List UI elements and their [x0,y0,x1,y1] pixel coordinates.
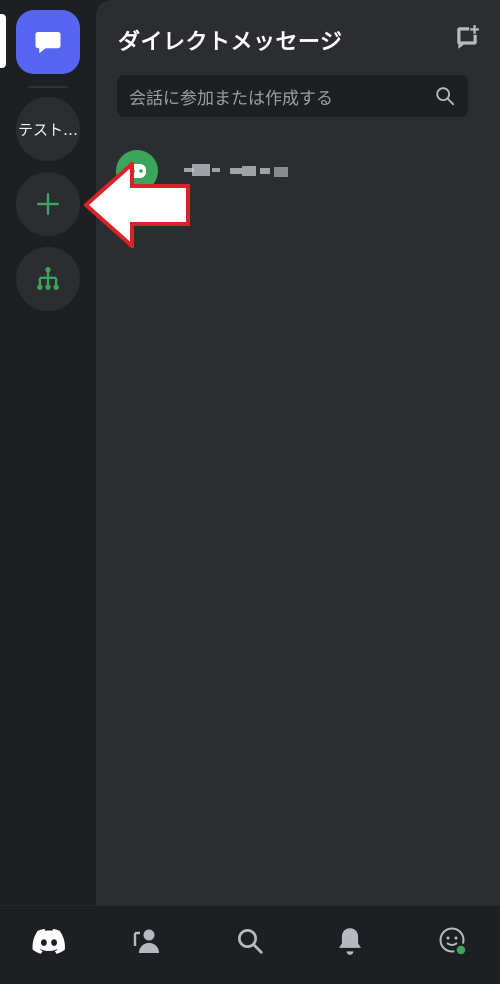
discord-logo-icon [32,929,65,954]
profile-icon [439,927,468,957]
nav-friends[interactable] [131,924,165,958]
server-label: テスト… [17,120,78,139]
hub-tree-icon [37,266,59,290]
dm-username-redacted [184,164,304,178]
selected-indicator [0,14,6,68]
search-icon [436,87,455,106]
server-test[interactable]: テスト… [16,97,80,161]
direct-messages-button[interactable] [16,10,80,74]
search-placeholder: 会話に参加または作成する [129,88,333,109]
nav-search[interactable] [233,924,267,958]
new-message-button[interactable] [454,24,480,50]
plus-icon [37,193,59,215]
nav-notifications[interactable] [333,924,367,958]
search-icon [238,929,263,954]
page-title: ダイレクトメッセージ [118,30,343,55]
search-input[interactable]: 会話に参加または作成する [117,75,468,117]
add-server-button[interactable] [16,172,80,236]
chat-bubble-icon [35,32,61,54]
rail-divider [28,86,68,88]
server-rail: テスト… [0,0,96,905]
explore-servers-button[interactable] [16,247,80,311]
annotation-arrow-icon [84,162,190,248]
nav-home[interactable] [32,924,66,958]
new-message-icon [457,25,479,49]
bottom-nav [0,905,500,984]
bell-icon [339,928,361,955]
nav-profile[interactable] [436,924,470,958]
friends-icon [133,929,159,953]
dm-panel: ダイレクトメッセージ 会話に参加または作成する [96,0,500,905]
